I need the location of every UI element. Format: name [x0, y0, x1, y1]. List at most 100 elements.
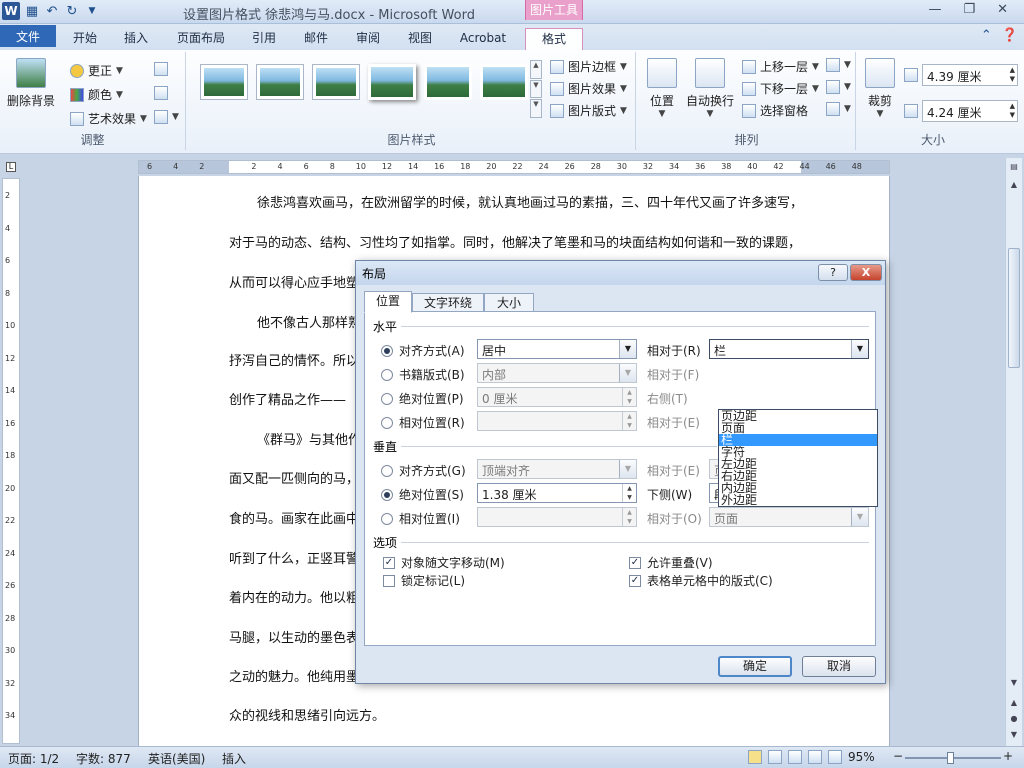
tab-text-wrapping[interactable]: 文字环绕	[412, 293, 484, 313]
style-thumb-4[interactable]	[368, 64, 416, 100]
h-alignment-select[interactable]: 居中 ▼	[477, 339, 637, 359]
reset-picture-button[interactable]: ▼	[154, 110, 179, 124]
spinner-icon[interactable]: ▲ ▼	[622, 508, 636, 526]
style-thumb-2[interactable]	[256, 64, 304, 100]
v-alignment-select[interactable]: 顶端对齐 ▼	[477, 459, 637, 479]
relative-to-dropdown-list[interactable]: 页边距 页面栏字符 左边距 右边距 内边距 外边距	[718, 409, 878, 507]
zoom-knob[interactable]	[947, 752, 955, 764]
previous-page-icon[interactable]: ▲	[1008, 698, 1020, 712]
tab-view[interactable]: 视图	[398, 28, 442, 50]
gallery-more-icon[interactable]: ▼	[530, 99, 542, 119]
v-absolute-input[interactable]: 1.38 厘米 ▲ ▼	[477, 483, 637, 503]
page-count[interactable]: 页面: 1/2	[8, 750, 59, 767]
v-alignment-option[interactable]: 对齐方式(G)	[381, 462, 466, 479]
selection-pane-button[interactable]: 选择窗格	[742, 102, 808, 119]
chevron-down-icon[interactable]: ▼	[619, 364, 636, 382]
tab-format[interactable]: 格式	[525, 28, 583, 50]
width-spinner-icon[interactable]: ▲ ▼	[1010, 102, 1015, 120]
position-button[interactable]: 位置 ▼	[644, 58, 680, 119]
spinner-icon[interactable]: ▲ ▼	[622, 388, 636, 406]
bring-forward-button[interactable]: 上移一层 ▼	[742, 58, 819, 75]
layout-in-cell-option[interactable]: ✓ 表格单元格中的版式(C)	[629, 572, 773, 589]
h-absolute-option[interactable]: 绝对位置(P)	[381, 390, 464, 407]
compress-pictures-button[interactable]	[154, 62, 168, 76]
picture-border-button[interactable]: 图片边框 ▼	[550, 58, 627, 75]
insert-mode[interactable]: 插入	[222, 750, 246, 767]
customize-icon[interactable]: ▼	[84, 3, 100, 19]
gallery-down-icon[interactable]: ▼	[530, 79, 542, 99]
checkbox-checked-icon[interactable]: ✓	[383, 556, 395, 569]
collapse-ribbon-icon[interactable]: ⌃	[981, 28, 992, 43]
zoom-level[interactable]: 95%	[848, 750, 875, 764]
close-icon[interactable]: ✕	[997, 2, 1008, 17]
browse-object-icon[interactable]: ●	[1008, 714, 1020, 728]
restore-icon[interactable]: ❐	[963, 2, 975, 17]
dropdown-option[interactable]: 栏	[719, 434, 877, 446]
scrollbar-thumb[interactable]	[1008, 248, 1020, 368]
h-absolute-input[interactable]: 0 厘米 ▲ ▼	[477, 387, 637, 407]
gallery-scroll[interactable]: ▲ ▼ ▼	[530, 60, 542, 119]
scroll-down-icon[interactable]: ▼	[1008, 678, 1020, 692]
crop-button[interactable]: 裁剪 ▼	[862, 58, 898, 119]
chevron-down-icon[interactable]: ▼	[619, 460, 636, 478]
dropdown-option[interactable]: 左边距	[719, 458, 877, 470]
scroll-up-icon[interactable]: ▲	[1008, 180, 1020, 194]
tab-mailings[interactable]: 邮件	[294, 28, 338, 50]
chevron-down-icon[interactable]: ▼	[851, 340, 868, 358]
cancel-button[interactable]: 取消	[802, 656, 876, 677]
draft-icon[interactable]	[828, 750, 842, 764]
v-relpos-relative-select[interactable]: 页面 ▼	[709, 507, 869, 527]
full-screen-reading-icon[interactable]	[768, 750, 782, 764]
v-alignment-radio[interactable]	[381, 464, 393, 477]
v-absolute-radio[interactable]	[381, 488, 393, 501]
dropdown-option[interactable]: 右边距	[719, 470, 877, 482]
corrections-button[interactable]: 更正 ▼	[70, 62, 123, 79]
tab-references[interactable]: 引用	[242, 28, 286, 50]
send-backward-button[interactable]: 下移一层 ▼	[742, 80, 819, 97]
tab-page-layout[interactable]: 页面布局	[170, 28, 232, 50]
spinner-icon[interactable]: ▲ ▼	[622, 412, 636, 430]
zoom-slider[interactable]: − +	[893, 749, 1013, 764]
checkbox-checked-icon[interactable]: ✓	[629, 574, 641, 587]
book-layout-radio[interactable]	[381, 368, 393, 381]
vertical-scrollbar[interactable]: ▤ ▲ ▼ ▲ ● ▼	[1005, 158, 1022, 748]
book-layout-option[interactable]: 书籍版式(B)	[381, 366, 465, 383]
style-thumb-6[interactable]	[480, 64, 528, 100]
dropdown-option[interactable]: 外边距	[719, 494, 877, 506]
h-relative-position-input[interactable]: ▲ ▼	[477, 411, 637, 431]
rotate-button[interactable]: ▼	[826, 102, 851, 116]
tab-home[interactable]: 开始	[62, 28, 108, 50]
word-logo-icon[interactable]: W	[2, 2, 20, 20]
tab-size[interactable]: 大小	[484, 293, 534, 313]
style-thumb-1[interactable]	[200, 64, 248, 100]
checkbox-checked-icon[interactable]: ✓	[629, 556, 641, 569]
horizontal-ruler[interactable]: 6 4 2 2 4 6 8 10 12 14 16 18 20 22 24 26 28 30 32 34 36 38 40 4…	[138, 160, 890, 174]
spinner-icon[interactable]: ▲ ▼	[622, 484, 636, 502]
zoom-in-icon[interactable]: +	[1003, 749, 1013, 763]
remove-background-button[interactable]: 删除背景	[4, 58, 58, 109]
h-relative-position-option[interactable]: 相对位置(R)	[381, 414, 465, 431]
chevron-down-icon[interactable]: ▼	[851, 508, 868, 526]
web-layout-icon[interactable]	[788, 750, 802, 764]
next-page-icon[interactable]: ▼	[1008, 730, 1020, 744]
wrap-text-button[interactable]: 自动换行 ▼	[684, 58, 736, 119]
change-picture-button[interactable]	[154, 86, 168, 100]
tab-position[interactable]: 位置	[364, 291, 412, 313]
language-indicator[interactable]: 英语(美国)	[148, 750, 205, 767]
v-relative-position-input[interactable]: ▲ ▼	[477, 507, 637, 527]
save-icon[interactable]: ▦	[24, 3, 40, 19]
dropdown-option[interactable]: 内边距	[719, 482, 877, 494]
undo-icon[interactable]: ↶	[44, 3, 60, 19]
word-count[interactable]: 字数: 877	[76, 750, 131, 767]
height-field[interactable]: 4.39 厘米 ▲ ▼	[922, 64, 1018, 86]
v-relative-position-radio[interactable]	[381, 512, 393, 525]
help-icon[interactable]: ❓	[1002, 28, 1018, 43]
h-absolute-radio[interactable]	[381, 392, 393, 405]
picture-layout-button[interactable]: 图片版式 ▼	[550, 102, 627, 119]
h-relative-select[interactable]: 栏 ▼	[709, 339, 869, 359]
zoom-out-icon[interactable]: −	[893, 749, 903, 763]
chevron-down-icon[interactable]: ▼	[619, 340, 636, 358]
dialog-help-button[interactable]: ?	[818, 264, 848, 281]
gallery-up-icon[interactable]: ▲	[530, 60, 542, 79]
dropdown-option[interactable]: 页边距	[719, 410, 877, 422]
